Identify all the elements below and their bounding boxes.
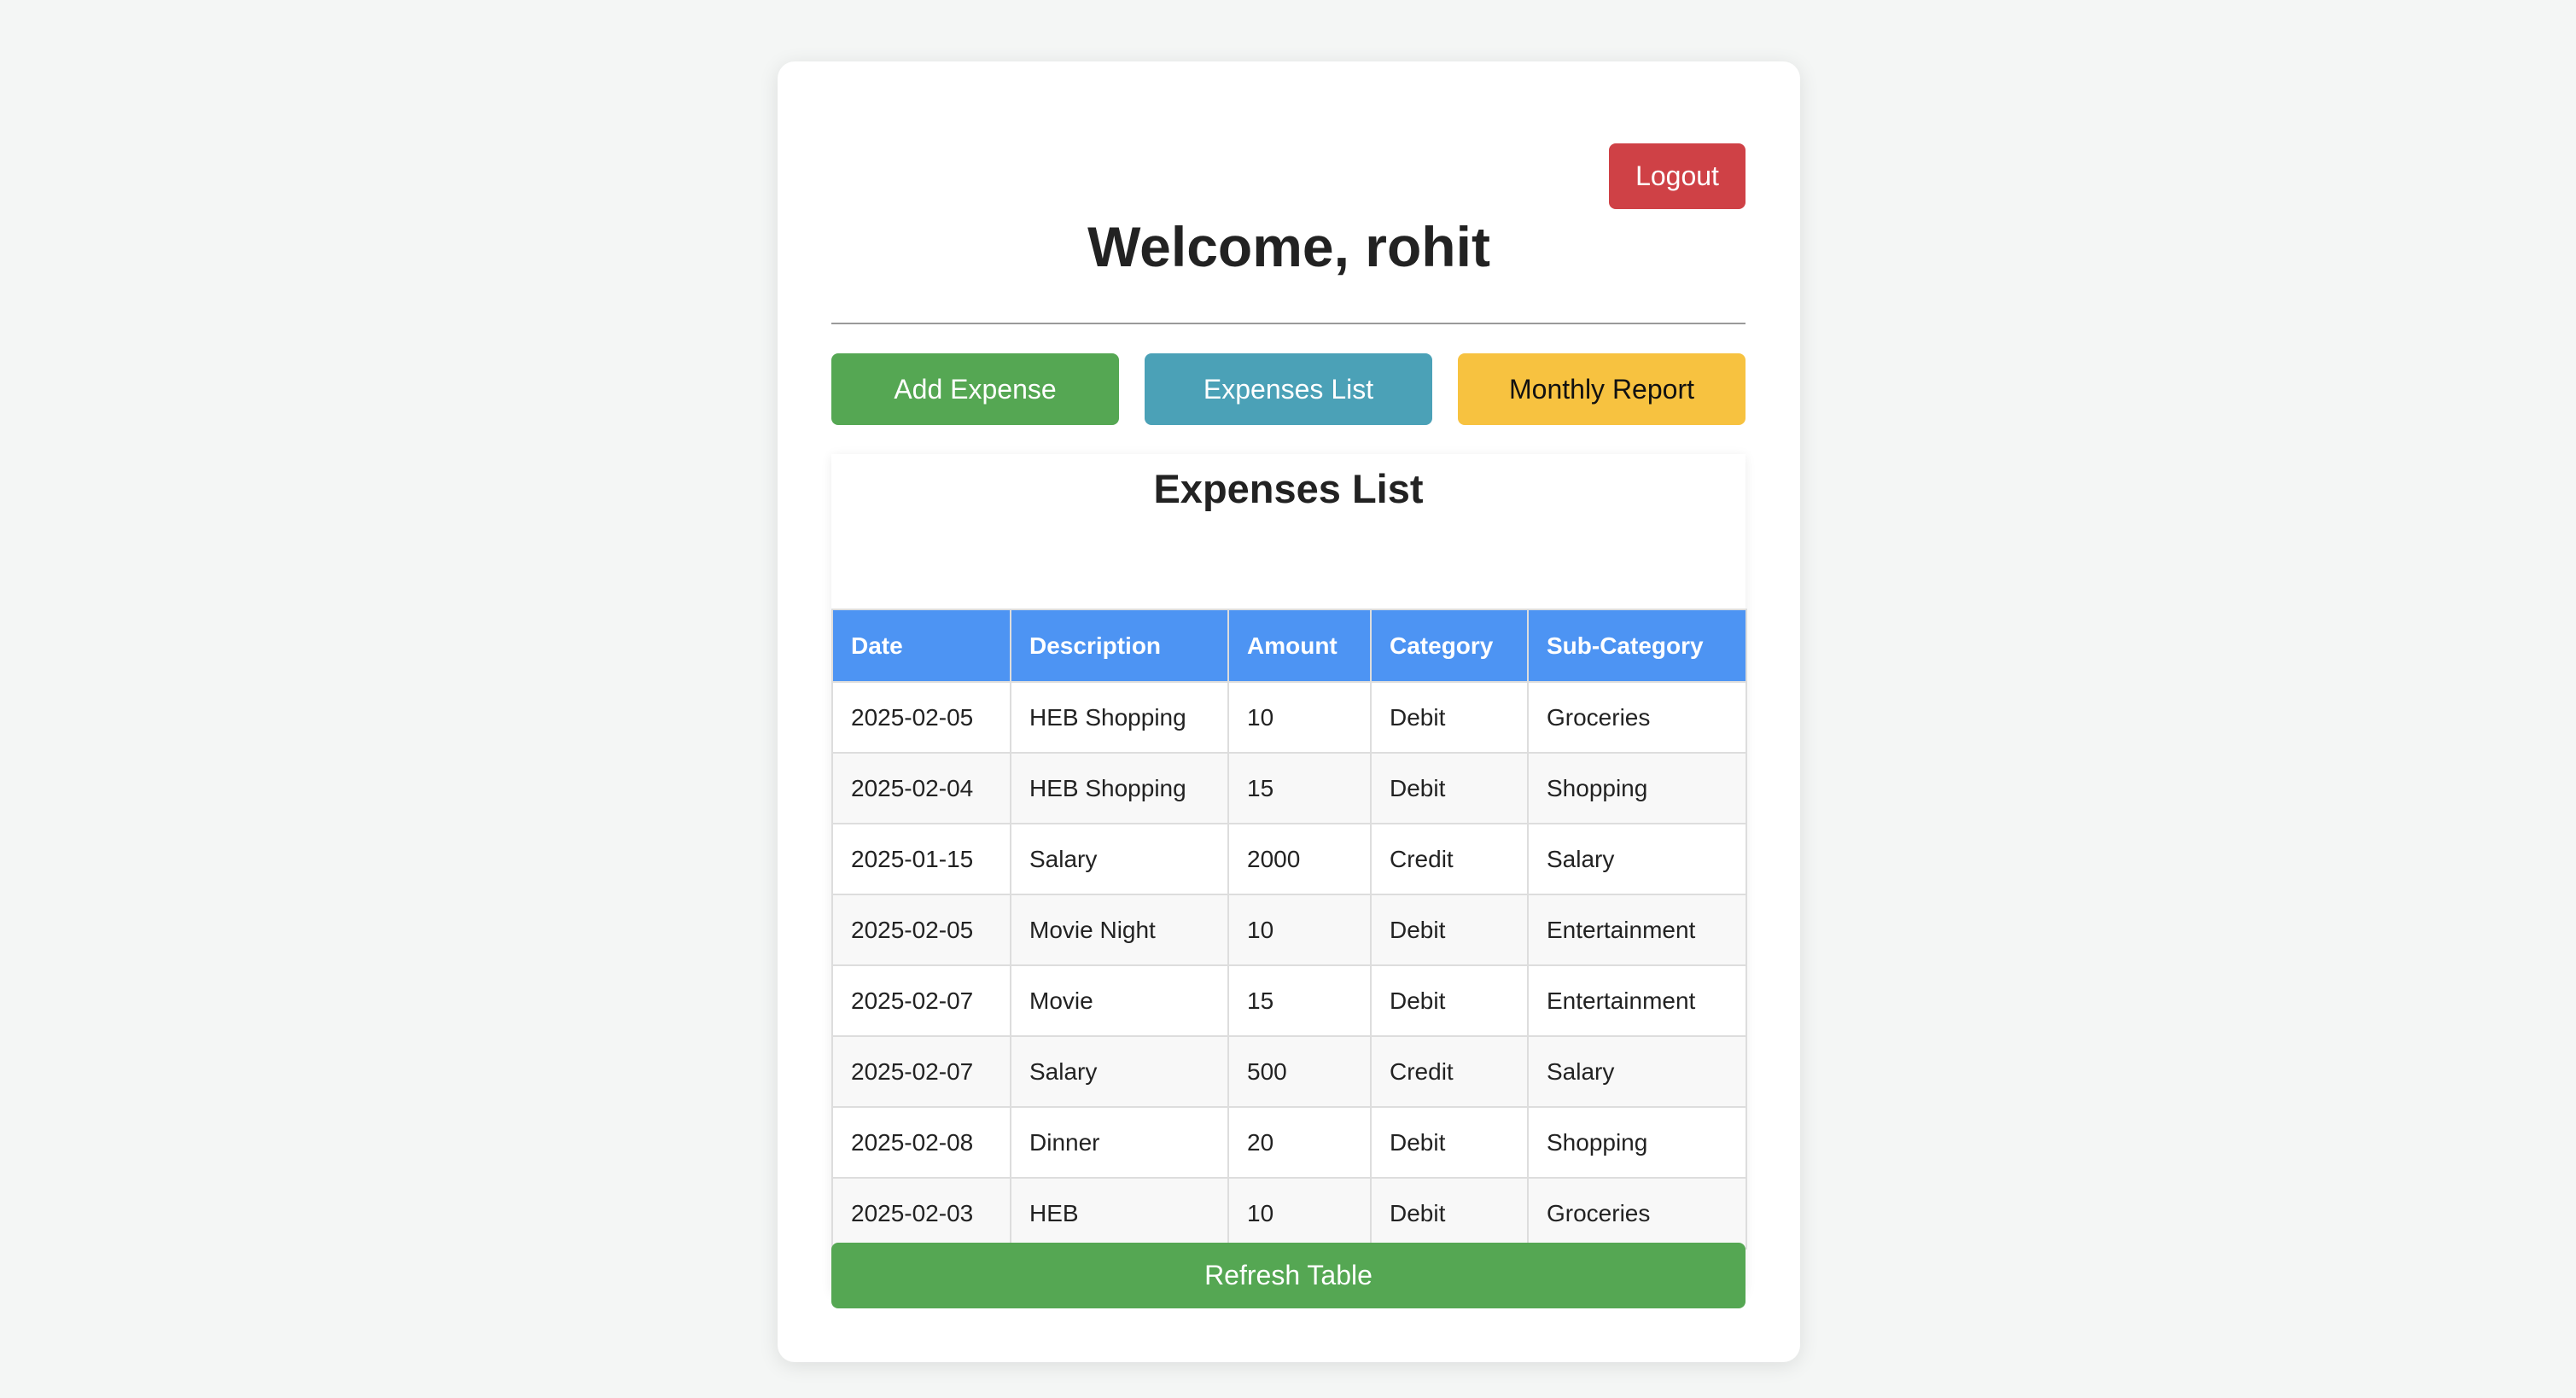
cell-description: Dinner bbox=[1010, 1106, 1229, 1179]
expenses-table: Date Description Amount Category Sub-Cat… bbox=[831, 609, 1747, 1249]
table-row: 2025-02-08 Dinner 20 Debit Shopping bbox=[831, 1106, 1747, 1179]
cell-description: Salary bbox=[1010, 823, 1229, 895]
header-divider bbox=[831, 323, 1746, 324]
cell-amount: 15 bbox=[1227, 964, 1372, 1037]
cell-amount: 15 bbox=[1227, 752, 1372, 824]
cell-sub-category: Groceries bbox=[1527, 1177, 1747, 1249]
cell-category: Debit bbox=[1370, 894, 1529, 966]
cell-sub-category: Entertainment bbox=[1527, 964, 1747, 1037]
table-row: 2025-02-04 HEB Shopping 15 Debit Shoppin… bbox=[831, 752, 1747, 824]
cell-category: Credit bbox=[1370, 823, 1529, 895]
cell-date: 2025-02-03 bbox=[831, 1177, 1011, 1249]
welcome-heading: Welcome, rohit bbox=[1087, 215, 1490, 278]
cell-sub-category: Salary bbox=[1527, 1035, 1747, 1108]
table-row: 2025-01-15 Salary 2000 Credit Salary bbox=[831, 823, 1747, 895]
monthly-report-button[interactable]: Monthly Report bbox=[1458, 353, 1746, 425]
cell-date: 2025-02-04 bbox=[831, 752, 1011, 824]
column-header-date: Date bbox=[831, 609, 1011, 683]
cell-amount: 10 bbox=[1227, 894, 1372, 966]
expenses-list-button[interactable]: Expenses List bbox=[1145, 353, 1432, 425]
column-header-amount: Amount bbox=[1227, 609, 1372, 683]
cell-category: Debit bbox=[1370, 964, 1529, 1037]
add-expense-button[interactable]: Add Expense bbox=[831, 353, 1119, 425]
cell-sub-category: Groceries bbox=[1527, 681, 1747, 754]
cell-amount: 2000 bbox=[1227, 823, 1372, 895]
column-header-category: Category bbox=[1370, 609, 1529, 683]
cell-description: HEB Shopping bbox=[1010, 681, 1229, 754]
refresh-table-button[interactable]: Refresh Table bbox=[831, 1243, 1746, 1308]
table-row: 2025-02-03 HEB 10 Debit Groceries bbox=[831, 1177, 1747, 1249]
cell-description: Movie Night bbox=[1010, 894, 1229, 966]
cell-category: Credit bbox=[1370, 1035, 1529, 1108]
cell-date: 2025-02-08 bbox=[831, 1106, 1011, 1179]
table-row: 2025-02-07 Salary 500 Credit Salary bbox=[831, 1035, 1747, 1108]
cell-date: 2025-02-05 bbox=[831, 894, 1011, 966]
cell-date: 2025-02-05 bbox=[831, 681, 1011, 754]
cell-category: Debit bbox=[1370, 752, 1529, 824]
cell-sub-category: Shopping bbox=[1527, 1106, 1747, 1179]
table-row: 2025-02-05 HEB Shopping 10 Debit Groceri… bbox=[831, 681, 1747, 754]
cell-date: 2025-01-15 bbox=[831, 823, 1011, 895]
cell-amount: 10 bbox=[1227, 1177, 1372, 1249]
table-row: 2025-02-05 Movie Night 10 Debit Entertai… bbox=[831, 894, 1747, 966]
cell-category: Debit bbox=[1370, 681, 1529, 754]
cell-date: 2025-02-07 bbox=[831, 1035, 1011, 1108]
expenses-list-title: Expenses List bbox=[1153, 466, 1424, 511]
cell-sub-category: Salary bbox=[1527, 823, 1747, 895]
cell-amount: 20 bbox=[1227, 1106, 1372, 1179]
cell-description: Movie bbox=[1010, 964, 1229, 1037]
cell-sub-category: Shopping bbox=[1527, 752, 1747, 824]
table-header-row: Date Description Amount Category Sub-Cat… bbox=[831, 609, 1747, 683]
cell-description: Salary bbox=[1010, 1035, 1229, 1108]
table-row: 2025-02-07 Movie 15 Debit Entertainment bbox=[831, 964, 1747, 1037]
cell-description: HEB Shopping bbox=[1010, 752, 1229, 824]
column-header-sub-category: Sub-Category bbox=[1527, 609, 1747, 683]
cell-category: Debit bbox=[1370, 1177, 1529, 1249]
cell-category: Debit bbox=[1370, 1106, 1529, 1179]
expenses-list-panel: Expenses List Date Description Amount Ca… bbox=[831, 454, 1747, 1292]
cell-date: 2025-02-07 bbox=[831, 964, 1011, 1037]
logout-button[interactable]: Logout bbox=[1609, 143, 1746, 209]
column-header-description: Description bbox=[1010, 609, 1229, 683]
cell-amount: 10 bbox=[1227, 681, 1372, 754]
cell-description: HEB bbox=[1010, 1177, 1229, 1249]
dashboard-card: Logout Welcome, rohit Add Expense Expens… bbox=[778, 61, 1800, 1362]
cell-amount: 500 bbox=[1227, 1035, 1372, 1108]
cell-sub-category: Entertainment bbox=[1527, 894, 1747, 966]
